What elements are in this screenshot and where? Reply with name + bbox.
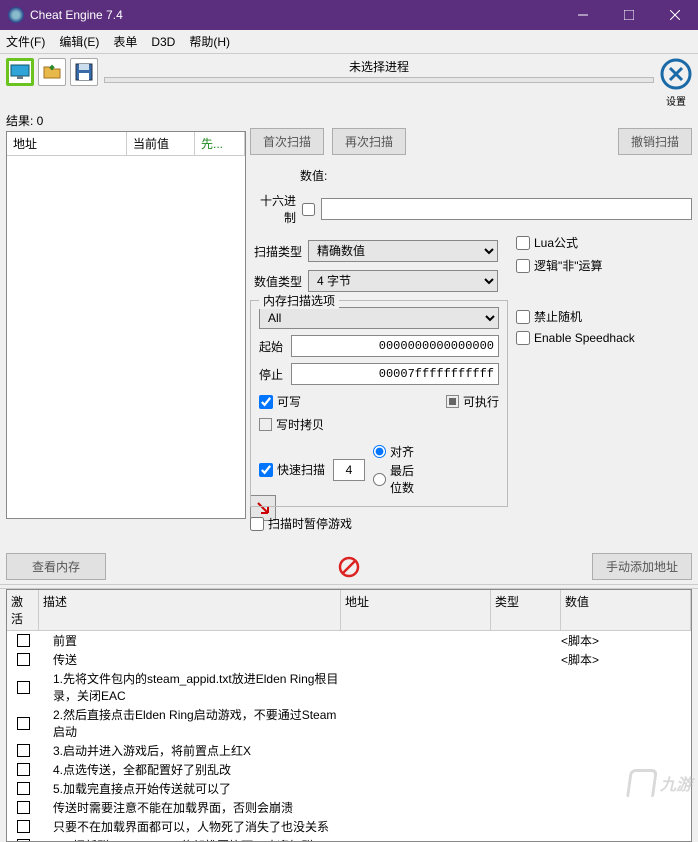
row-desc: 5.加载完直接点开始传送就可以了 [39, 780, 341, 797]
table-row[interactable]: 3.启动并进入游戏后，将前置点上红X [7, 741, 691, 760]
th-desc[interactable]: 描述 [39, 590, 341, 630]
floppy-icon [75, 63, 93, 81]
row-desc: 1.先将文件包内的steam_appid.txt放进Elden Ring根目录，… [39, 670, 341, 704]
open-button[interactable] [38, 58, 66, 86]
hex-label: 十六进制 [250, 192, 296, 226]
row-desc: 传送时需要注意不能在加载界面，否则会崩溃 [39, 799, 341, 816]
settings-label: 设置 [660, 93, 692, 108]
table-row[interactable]: 2.然后直接点击Elden Ring启动游戏，不要通过Steam启动 [7, 705, 691, 741]
row-desc: 只要不在加载界面都可以，人物死了消失了也没关系 [39, 818, 341, 835]
notop-checkbox[interactable] [516, 259, 530, 273]
maximize-button[interactable] [606, 0, 652, 30]
menubar: 文件(F) 编辑(E) 表单 D3D 帮助(H) [0, 30, 698, 54]
table-row[interactable]: 1.先将文件包内的steam_appid.txt放进Elden Ring根目录，… [7, 669, 691, 705]
menu-d3d[interactable]: D3D [151, 35, 175, 49]
row-active-checkbox[interactable] [17, 653, 30, 666]
menu-table[interactable]: 表单 [113, 33, 137, 50]
value-input[interactable] [321, 198, 692, 220]
mem-legend: 内存扫描选项 [259, 292, 339, 309]
th-addr[interactable]: 地址 [341, 590, 491, 630]
executable-indicator[interactable] [446, 395, 459, 408]
align-radio[interactable] [373, 445, 386, 458]
region-select[interactable]: All [259, 307, 499, 329]
table-row[interactable]: 只要不在加载界面都可以，人物死了消失了也没关系 [7, 817, 691, 836]
address-table: 激活 描述 地址 类型 数值 前置 <脚本> 传送 <脚本> 1.先将文件包内的stea… [6, 589, 692, 842]
undo-scan-button[interactable]: 撤销扫描 [618, 128, 692, 155]
row-active-checkbox[interactable] [17, 744, 30, 757]
next-scan-button[interactable]: 再次扫描 [332, 128, 406, 155]
start-input[interactable] [291, 335, 499, 357]
save-button[interactable] [70, 58, 98, 86]
row-desc: 前置 [39, 632, 341, 649]
table-row[interactable]: 4.点选传送，全都配置好了别乱改 [7, 760, 691, 779]
memory-scan-options: 内存扫描选项 All 起始 停止 可写 可执行 写时拷贝 [250, 300, 508, 507]
disable-icon[interactable] [338, 556, 360, 578]
first-scan-button[interactable]: 首次扫描 [250, 128, 324, 155]
value-label: 数值: [300, 167, 692, 184]
hex-checkbox[interactable] [302, 203, 315, 216]
row-active-checkbox[interactable] [17, 820, 30, 833]
row-active-checkbox[interactable] [17, 717, 30, 730]
monitor-icon [10, 64, 30, 80]
fastscan-value[interactable] [333, 459, 365, 481]
progress-bar [104, 77, 654, 83]
row-active-checkbox[interactable] [17, 763, 30, 776]
row-desc: 传送 [39, 651, 341, 668]
table-row[interactable]: 前置 <脚本> [7, 631, 691, 650]
stop-input[interactable] [291, 363, 499, 385]
minimize-button[interactable] [560, 0, 606, 30]
th-value[interactable]: 数值 [561, 590, 691, 630]
menu-file[interactable]: 文件(F) [6, 33, 45, 50]
row-active-checkbox[interactable] [17, 839, 30, 841]
row-desc: 4.点选传送，全都配置好了别乱改 [39, 761, 341, 778]
writable-checkbox[interactable] [259, 395, 273, 409]
view-memory-button[interactable]: 查看内存 [6, 553, 106, 580]
pause-checkbox[interactable] [250, 517, 264, 531]
col-current[interactable]: 当前值 [127, 132, 195, 155]
lastdigit-radio[interactable] [373, 473, 386, 486]
row-active-checkbox[interactable] [17, 634, 30, 647]
fastscan-checkbox[interactable] [259, 463, 273, 477]
stop-label: 停止 [259, 366, 283, 383]
app-icon [8, 7, 24, 23]
table-row[interactable]: 传送 <脚本> [7, 650, 691, 669]
select-process-button[interactable] [6, 58, 34, 86]
scantype-select[interactable]: 精确数值 [308, 240, 498, 262]
cow-indicator[interactable] [259, 418, 272, 431]
norand-checkbox[interactable] [516, 310, 530, 324]
settings-button[interactable]: 设置 [660, 58, 692, 108]
valtype-label: 数值类型 [250, 273, 302, 290]
col-address[interactable]: 地址 [7, 132, 127, 155]
window-title: Cheat Engine 7.4 [30, 8, 560, 22]
table-row[interactable]: SID招新群691910555，约架推图均可，欢迎加群 [7, 836, 691, 841]
table-row[interactable]: 5.加载完直接点开始传送就可以了 [7, 779, 691, 798]
row-value: <脚本> [561, 632, 691, 649]
cheat-engine-icon [660, 58, 692, 90]
valtype-select[interactable]: 4 字节 [308, 270, 498, 292]
process-label: 未选择进程 [104, 58, 654, 75]
scantype-label: 扫描类型 [250, 243, 302, 260]
start-label: 起始 [259, 338, 283, 355]
row-value: <脚本> [561, 651, 691, 668]
table-row[interactable]: 传送时需要注意不能在加载界面，否则会崩溃 [7, 798, 691, 817]
results-count: 结果: 0 [6, 110, 246, 131]
col-previous[interactable]: 先... [195, 132, 245, 155]
folder-open-icon [43, 64, 61, 80]
menu-help[interactable]: 帮助(H) [189, 33, 230, 50]
close-button[interactable] [652, 0, 698, 30]
menu-edit[interactable]: 编辑(E) [59, 33, 99, 50]
th-active[interactable]: 激活 [7, 590, 39, 630]
results-list[interactable]: 地址 当前值 先... [6, 131, 246, 519]
row-active-checkbox[interactable] [17, 681, 30, 694]
lua-checkbox[interactable] [516, 236, 530, 250]
speedhack-checkbox[interactable] [516, 331, 530, 345]
th-type[interactable]: 类型 [491, 590, 561, 630]
row-desc: 3.启动并进入游戏后，将前置点上红X [39, 742, 341, 759]
row-desc: SID招新群691910555，约架推图均可，欢迎加群 [39, 837, 341, 841]
add-manual-button[interactable]: 手动添加地址 [592, 553, 692, 580]
titlebar: Cheat Engine 7.4 [0, 0, 698, 30]
row-desc: 2.然后直接点击Elden Ring启动游戏，不要通过Steam启动 [39, 706, 341, 740]
row-active-checkbox[interactable] [17, 782, 30, 795]
